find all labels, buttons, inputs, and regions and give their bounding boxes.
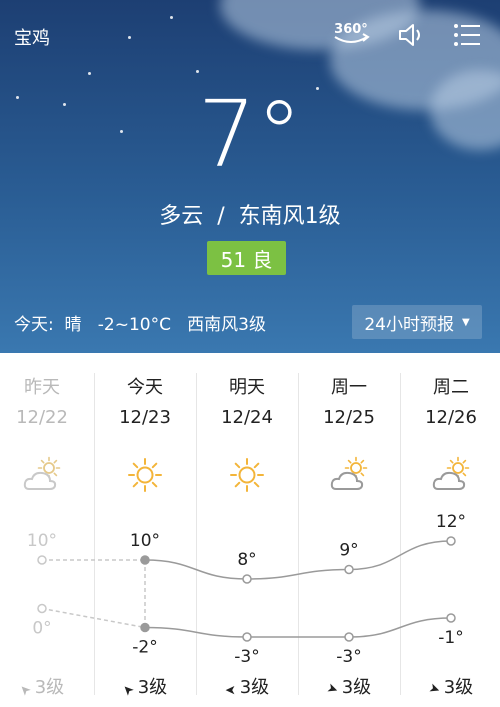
low-temp-label: 0° [32, 619, 51, 639]
trend-line [41, 607, 146, 629]
high-temp-point [242, 574, 252, 584]
low-temp-label: -3° [336, 647, 361, 667]
low-temp-point [140, 622, 150, 633]
low-temp-label: -2° [132, 638, 157, 658]
low-temp-point [37, 603, 47, 614]
low-temp-point [446, 613, 456, 623]
star [196, 70, 199, 73]
star [88, 72, 91, 75]
high-temp-label: 8° [237, 550, 256, 570]
today-summary: 今天: 晴 -2~10°C 西南风3级 [14, 315, 266, 335]
24h-forecast-button[interactable]: 24小时预报 ▼ [352, 305, 482, 339]
current-condition: 多云 / 东南风1级 [159, 204, 341, 229]
low-temp-point [242, 632, 252, 642]
trend-line [144, 540, 452, 580]
low-temp-label: -1° [438, 628, 463, 648]
trend-line [144, 617, 452, 638]
low-temp-label: -3° [234, 647, 259, 667]
caret-down-icon: ▼ [461, 316, 470, 328]
aqi-badge[interactable]: 51 良 [207, 241, 286, 275]
high-temp-point [140, 555, 150, 565]
speaker-icon[interactable] [394, 18, 428, 52]
menu-icon[interactable] [450, 18, 484, 52]
high-temp-label: 10° [130, 531, 160, 551]
high-temp-point [37, 555, 47, 565]
city-name[interactable]: 宝鸡 [14, 24, 50, 50]
high-temp-point [344, 564, 354, 575]
high-temp-label: 10° [27, 531, 57, 551]
forecast-button-label: 24小时预报 [364, 314, 454, 335]
360-icon[interactable]: 360° [330, 18, 372, 52]
high-temp-label: 12° [436, 512, 466, 532]
high-temp-point [446, 536, 456, 546]
current-temperature: 7° [197, 81, 303, 188]
star [170, 16, 173, 19]
weather-hero: 宝鸡 360° 7° 多云 / 东南风1级 51 良 今天: 晴 -2~10°C… [0, 0, 500, 353]
high-temp-label: 9° [339, 541, 358, 561]
low-temp-point [344, 632, 354, 642]
star [128, 36, 131, 39]
temperature-chart: 10° 0° 10° -2° 8° -3° 9° -3° 12° -1° [27, 512, 466, 667]
